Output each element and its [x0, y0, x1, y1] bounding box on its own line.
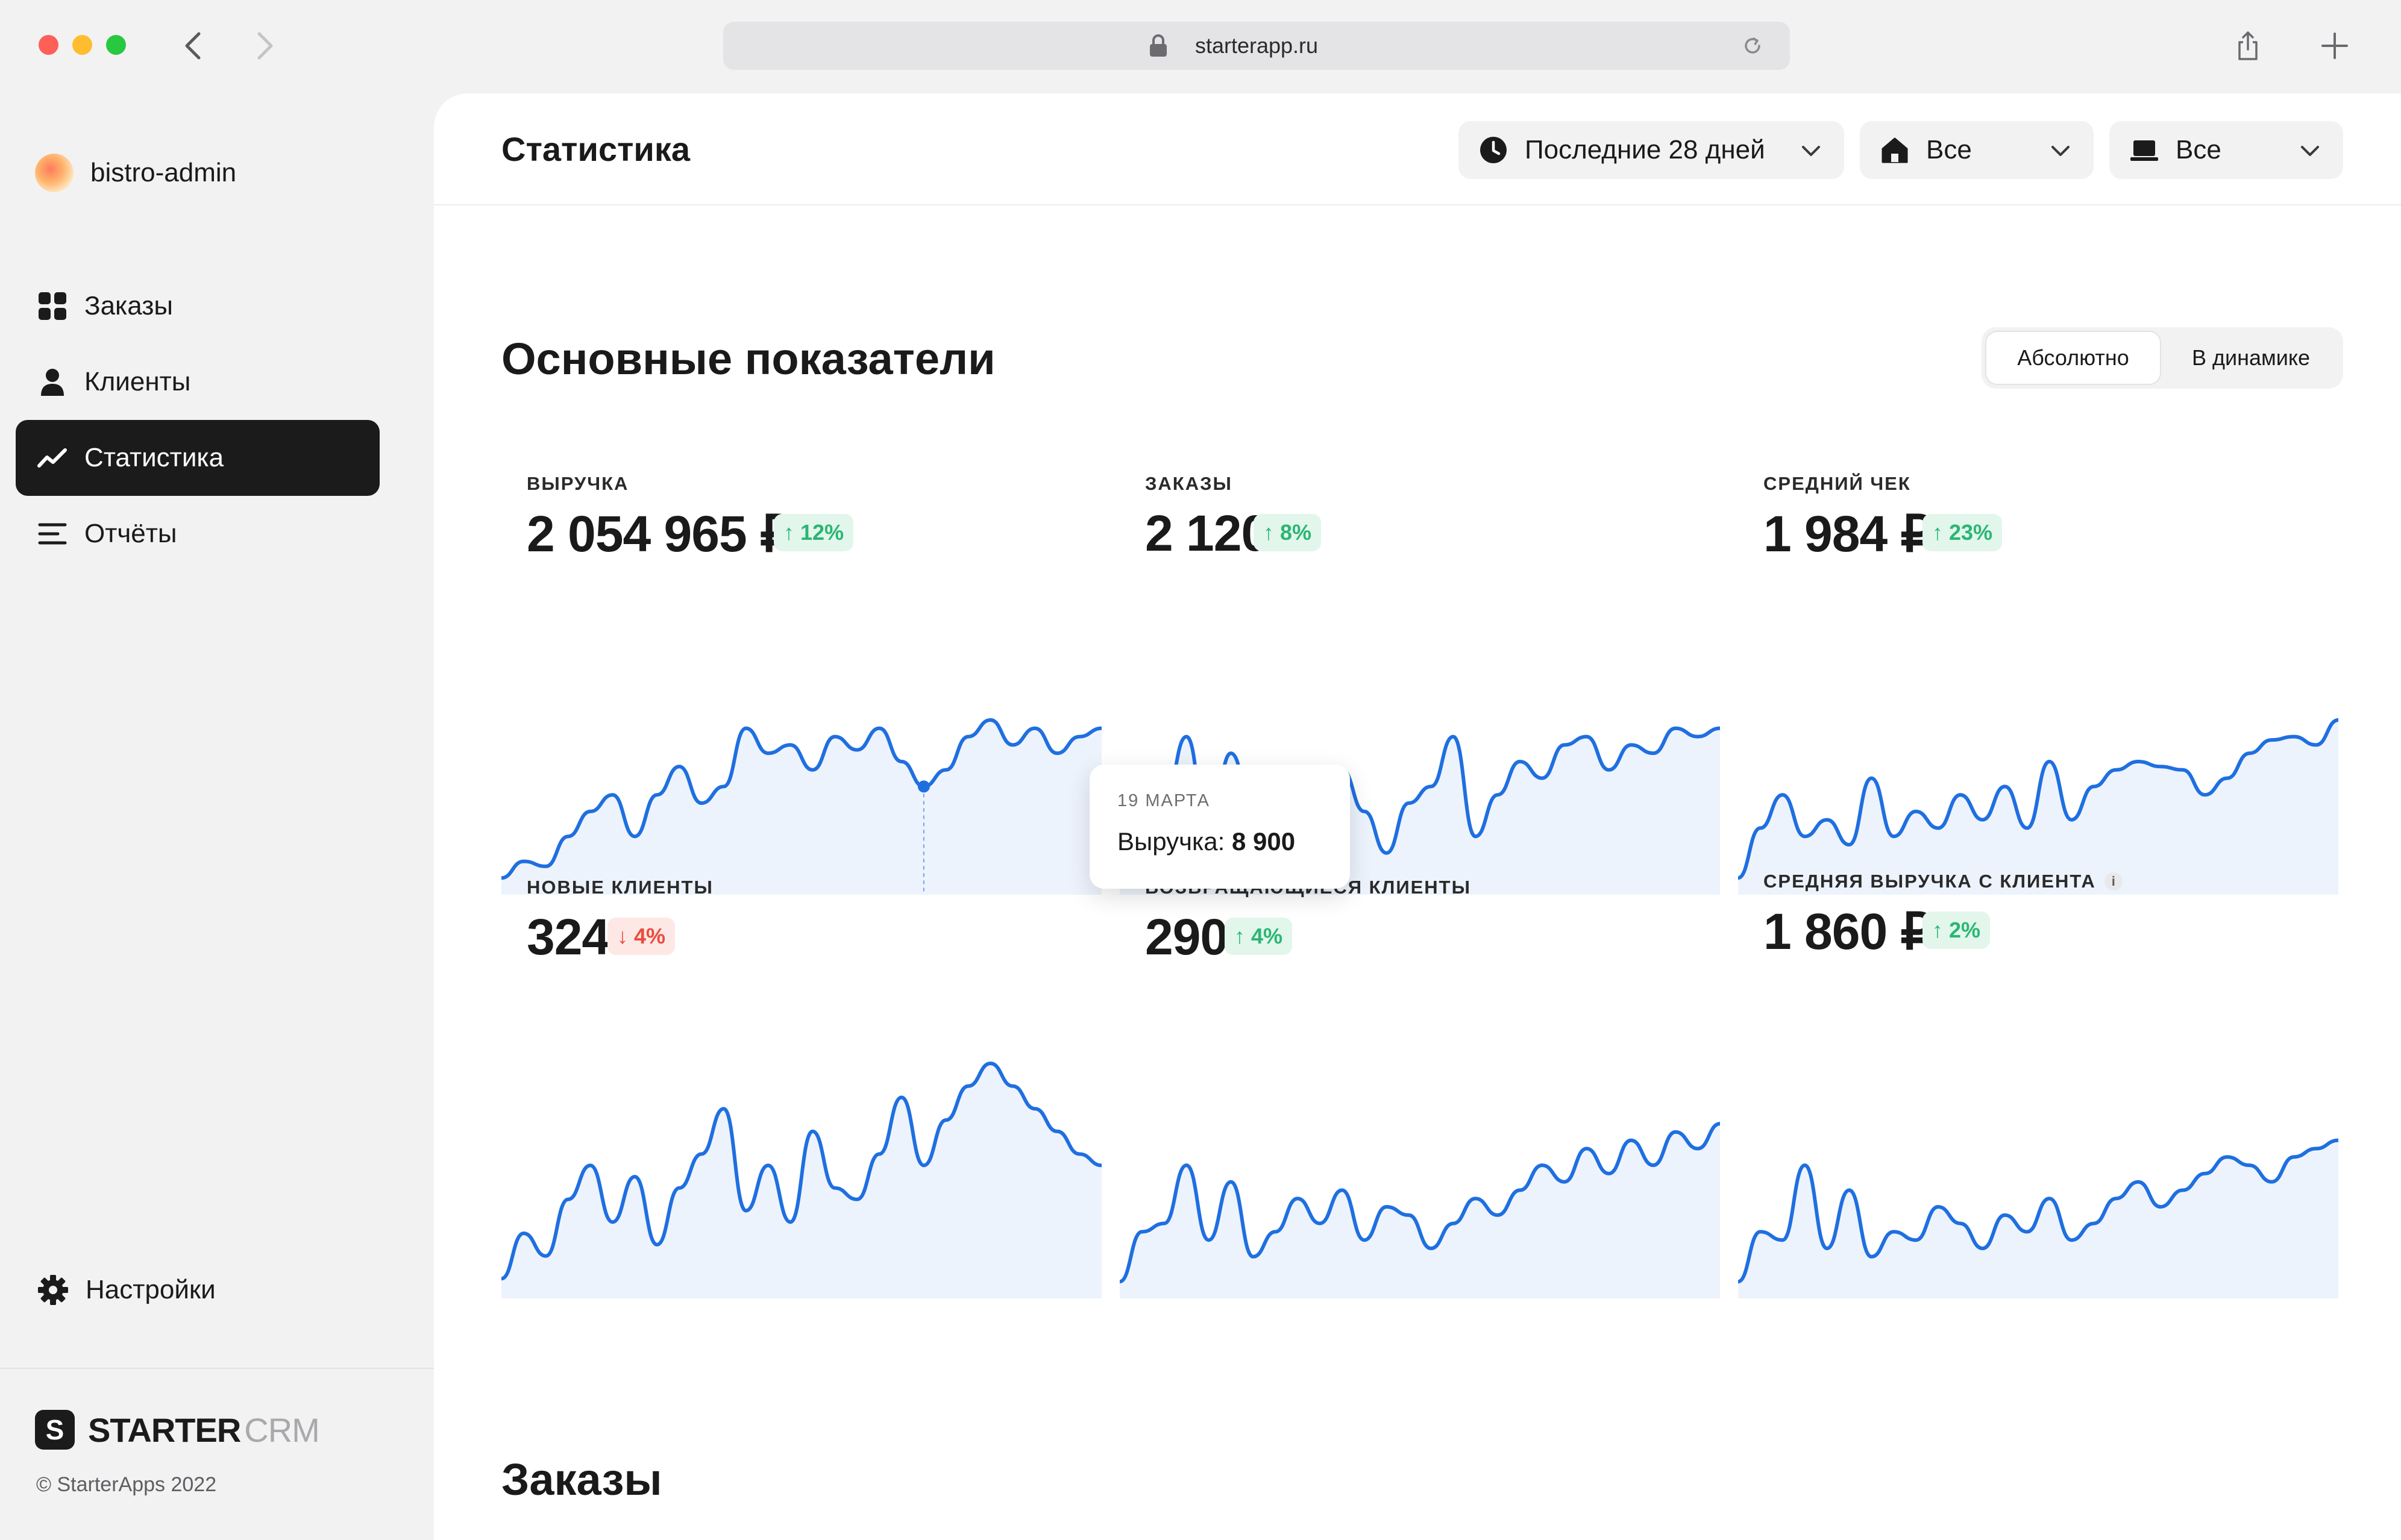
chevron-down-icon [1802, 146, 1820, 156]
device-filter[interactable]: Все [2109, 121, 2343, 179]
logo-mark: S [35, 1410, 75, 1450]
metric-card-new-clients: НОВЫЕ КЛИЕНТЫ 324 ↓ 4% [501, 877, 1102, 1310]
metric-value: 324 [527, 909, 610, 965]
new-clients-sparkline[interactable] [501, 1057, 1102, 1298]
device-filter-value: Все [2176, 135, 2221, 164]
close-window-button[interactable] [39, 35, 58, 55]
change-badge: ↑ 23% [1922, 514, 2003, 551]
section-title: Основные показатели [501, 334, 996, 384]
minimize-window-button[interactable] [72, 35, 92, 55]
page-header: Статистика Последние 28 дней Все Все [434, 93, 2401, 205]
metric-value: 1 984 ₽ [1763, 506, 1933, 562]
hover-point [917, 780, 930, 793]
browser-toolbar: starterapp.ru [0, 0, 2401, 93]
share-icon[interactable] [2231, 29, 2265, 63]
maximize-window-button[interactable] [106, 35, 126, 55]
brand-name: STARTER [88, 1410, 241, 1449]
metric-value: 290 [1145, 909, 1228, 965]
tooltip-metric-label: Выручка: [1117, 827, 1225, 856]
average-check-sparkline[interactable] [1738, 714, 2338, 895]
metric-label: СРЕДНИЙ ЧЕК [1763, 473, 1911, 494]
returning-clients-sparkline[interactable] [1120, 1118, 1720, 1298]
location-filter[interactable]: Все [1860, 121, 2094, 179]
list-icon [37, 519, 67, 549]
forward-arrow-icon[interactable] [250, 29, 280, 63]
reload-icon[interactable] [1740, 34, 1765, 58]
grid-icon [37, 291, 67, 321]
divider [0, 1368, 434, 1369]
tooltip-metric: Выручка: 8 900 [1117, 827, 1295, 856]
period-filter[interactable]: Последние 28 дней [1458, 121, 1844, 179]
revenue-per-client-sparkline[interactable] [1738, 1118, 2338, 1298]
chevron-down-icon [2301, 146, 2319, 156]
metric-label: ЗАКАЗЫ [1145, 473, 1232, 494]
account-name: bistro-admin [90, 158, 237, 187]
metric-label: ВЫРУЧКА [527, 473, 629, 494]
metric-card-revenue: ВЫРУЧКА 2 054 965 ₽ ↑ 12% [501, 473, 1102, 907]
tooltip-metric-value: 8 900 [1231, 827, 1296, 856]
brand-logo: S STARTER CRM [35, 1410, 320, 1450]
tooltip-date: 19 МАРТА [1117, 791, 1210, 810]
account-switcher[interactable]: bistro-admin [35, 154, 236, 192]
sidebar-item-label: Статистика [84, 443, 224, 472]
change-badge: ↑ 12% [774, 514, 854, 551]
period-filter-value: Последние 28 дней [1525, 135, 1765, 164]
revenue-sparkline[interactable] [501, 714, 1102, 895]
gear-icon [38, 1275, 68, 1305]
settings-label: Настройки [86, 1275, 216, 1304]
chevron-down-icon [2051, 146, 2070, 156]
sidebar-item-orders[interactable]: Заказы [16, 268, 380, 344]
location-filter-value: Все [1926, 135, 1972, 164]
brand-suffix: CRM [244, 1410, 320, 1449]
absolute-view-button[interactable]: Абсолютно [1985, 331, 2161, 385]
metric-value: 2 054 965 ₽ [527, 506, 792, 562]
home-icon [1882, 137, 1908, 163]
url-text: starterapp.ru [1194, 33, 1319, 58]
change-badge: ↓ 4% [607, 918, 676, 955]
sparkline-area [1120, 1124, 1720, 1298]
lock-icon [1150, 34, 1167, 57]
metric-card-returning-clients: ВОЗВРАЩАЮЩИЕСЯ КЛИЕНТЫ 290 ↑ 4% [1120, 877, 1720, 1310]
clock-icon [1480, 137, 1507, 163]
back-arrow-icon[interactable] [178, 29, 209, 63]
trend-icon [37, 443, 67, 473]
sidebar-item-label: Заказы [84, 291, 174, 321]
sidebar: bistro-admin Заказы Клиенты Статистика О… [0, 93, 434, 1540]
metric-value: 2 120 [1145, 505, 1269, 562]
sidebar-item-label: Отчёты [84, 519, 177, 548]
metric-label-text: СРЕДНЯЯ ВЫРУЧКА С КЛИЕНТА [1763, 871, 2096, 892]
change-badge: ↑ 2% [1922, 912, 1991, 949]
orders-section-title: Заказы [501, 1454, 662, 1504]
info-icon[interactable]: i [2104, 872, 2123, 891]
metric-label: СРЕДНЯЯ ВЫРУЧКА С КЛИЕНТА i [1763, 871, 2123, 892]
new-tab-icon[interactable] [2318, 29, 2352, 63]
address-bar[interactable]: starterapp.ru [723, 22, 1790, 70]
main-panel: Статистика Последние 28 дней Все Все Осн… [434, 93, 2401, 1540]
sparkline-area [1738, 720, 2338, 895]
chart-tooltip: 19 МАРТА Выручка: 8 900 [1090, 765, 1350, 889]
metric-card-average-check: СРЕДНИЙ ЧЕК 1 984 ₽ ↑ 23% [1738, 473, 2338, 907]
sidebar-item-clients[interactable]: Клиенты [16, 344, 380, 420]
metric-card-revenue-per-client: СРЕДНЯЯ ВЫРУЧКА С КЛИЕНТА i 1 860 ₽ ↑ 2% [1738, 871, 2338, 1310]
laptop-icon [2130, 140, 2158, 161]
copyright: © StarterApps 2022 [36, 1473, 217, 1496]
change-badge: ↑ 4% [1225, 918, 1293, 955]
sidebar-item-statistics[interactable]: Статистика [16, 420, 380, 496]
page-title: Статистика [501, 130, 691, 168]
sidebar-item-settings[interactable]: Настройки [37, 1274, 216, 1306]
change-badge: ↑ 8% [1254, 514, 1322, 551]
user-icon [37, 367, 67, 397]
dynamic-view-button[interactable]: В динамике [2162, 331, 2340, 385]
view-mode-toggle: Абсолютно В динамике [1982, 327, 2343, 389]
metric-label: НОВЫЕ КЛИЕНТЫ [527, 877, 714, 898]
metric-value: 1 860 ₽ [1763, 903, 1933, 960]
sidebar-item-label: Клиенты [84, 367, 191, 396]
sidebar-item-reports[interactable]: Отчёты [16, 496, 380, 572]
sidebar-menu: Заказы Клиенты Статистика Отчёты [16, 268, 380, 572]
avatar [35, 154, 74, 192]
